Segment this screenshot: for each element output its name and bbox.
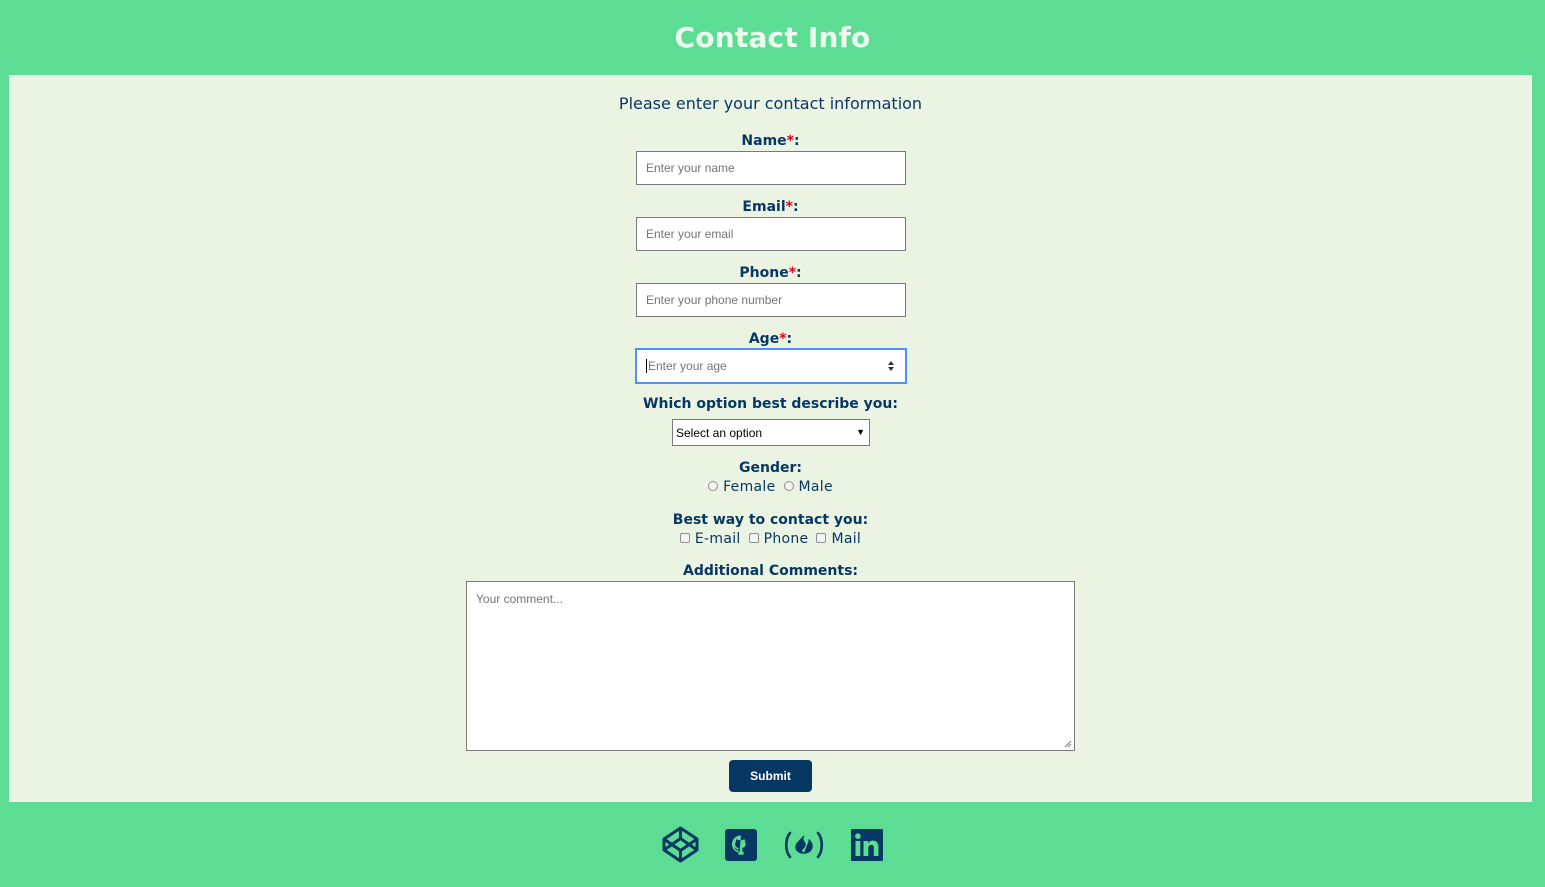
phone-checkbox[interactable] (748, 533, 759, 543)
contact-method-options: E-mail Phone Mail (9, 531, 1532, 547)
number-spinner-icon[interactable] (887, 360, 895, 372)
freecodecamp-icon[interactable] (783, 829, 825, 861)
email-label: Email*: (742, 199, 799, 215)
age-input[interactable]: Enter your age (636, 349, 906, 383)
codepen-icon[interactable] (662, 826, 699, 863)
gender-options: Female Male (9, 479, 1532, 495)
linkedin-icon[interactable] (851, 828, 883, 861)
page-header: Contact Info (0, 0, 1545, 75)
required-mark: * (779, 331, 787, 347)
phone-input[interactable]: Enter your phone number (636, 283, 906, 317)
footer-social-links (0, 802, 1545, 887)
dropdown-arrow-icon: ▼ (856, 427, 865, 437)
gender-label: Gender: (739, 460, 802, 476)
mail-option-label: Mail (831, 531, 862, 547)
required-mark: * (785, 199, 793, 215)
comments-label: Additional Comments: (682, 563, 859, 579)
phone-placeholder: Enter your phone number (646, 293, 783, 307)
role-selected-value: Select an option (676, 425, 763, 440)
email-input[interactable]: Enter your email (636, 217, 906, 251)
page-title: Contact Info (674, 21, 871, 54)
contact-method-label: Best way to contact you: (672, 512, 869, 528)
comments-textarea[interactable]: Your comment... (466, 581, 1075, 751)
name-placeholder: Enter your name (646, 161, 735, 175)
comments-placeholder: Your comment... (476, 592, 563, 606)
required-mark: * (788, 265, 797, 281)
female-label: Female (723, 479, 776, 495)
contact-form: Please enter your contact information Na… (9, 75, 1532, 802)
name-label: Name*: (741, 133, 800, 149)
role-select[interactable]: Select an option ▼ (672, 419, 870, 446)
male-radio[interactable] (783, 481, 794, 491)
phone-option-label: Phone (763, 531, 809, 547)
age-placeholder: Enter your age (648, 359, 727, 373)
resize-grip-icon[interactable] (1063, 739, 1072, 748)
text-caret (646, 359, 647, 373)
email-option-label: E-mail (694, 531, 741, 547)
female-radio[interactable] (708, 481, 719, 491)
email-placeholder: Enter your email (646, 227, 734, 241)
phone-label: Phone*: (739, 265, 802, 281)
age-label: Age*: (748, 331, 793, 347)
submit-button[interactable]: Submit (729, 760, 812, 792)
male-label: Male (798, 479, 833, 495)
required-mark: * (786, 133, 794, 149)
email-checkbox[interactable] (679, 533, 690, 543)
name-input[interactable]: Enter your name (636, 151, 906, 185)
form-subtitle: Please enter your contact information (618, 94, 923, 113)
github-icon[interactable] (725, 828, 757, 861)
mail-checkbox[interactable] (816, 533, 827, 543)
role-label: Which option best describe you: (643, 396, 898, 412)
